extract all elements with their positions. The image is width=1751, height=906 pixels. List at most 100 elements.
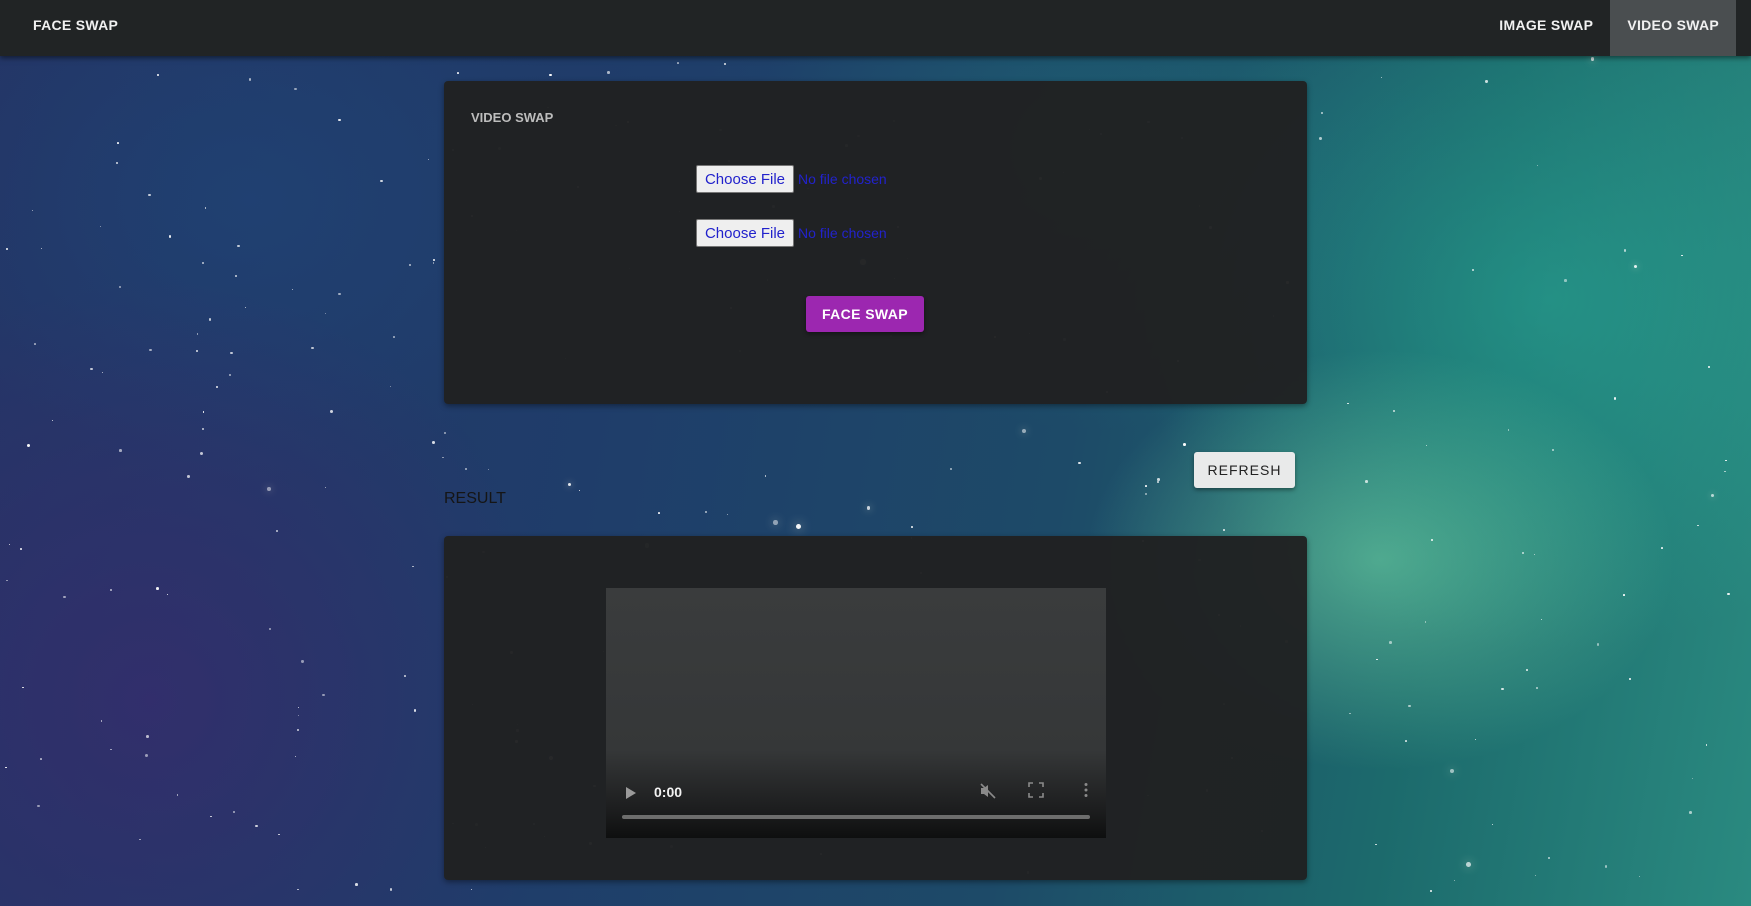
- star: [1405, 740, 1407, 742]
- star: [40, 758, 43, 761]
- star: [428, 159, 430, 161]
- result-video-player[interactable]: 0:00: [606, 588, 1106, 838]
- star: [773, 520, 778, 525]
- star: [392, 336, 395, 339]
- star: [6, 579, 9, 582]
- star: [275, 529, 278, 532]
- star: [1492, 824, 1494, 826]
- star: [1474, 738, 1476, 741]
- star: [119, 449, 122, 452]
- star: [1522, 552, 1525, 555]
- nav-image-swap[interactable]: IMAGE SWAP: [1482, 0, 1610, 50]
- star: [209, 318, 212, 321]
- star: [1407, 704, 1411, 708]
- star: [31, 210, 33, 212]
- star: [1629, 678, 1632, 681]
- star: [294, 755, 296, 757]
- choose-file-button[interactable]: Choose File: [696, 219, 794, 247]
- star: [1425, 444, 1428, 447]
- brand-logo[interactable]: FACE SWAP: [33, 0, 118, 50]
- star: [8, 544, 11, 546]
- star: [330, 410, 333, 414]
- star: [235, 275, 238, 278]
- star: [1689, 810, 1692, 814]
- star: [202, 411, 205, 413]
- star: [101, 372, 103, 374]
- star: [205, 207, 207, 209]
- top-navbar: FACE SWAP IMAGE SWAP VIDEO SWAP: [0, 0, 1751, 56]
- star: [413, 709, 416, 712]
- star: [1590, 56, 1595, 61]
- star: [117, 142, 120, 145]
- file-status-text: No file chosen: [798, 171, 887, 187]
- star: [567, 482, 572, 487]
- star: [201, 262, 204, 265]
- fullscreen-icon[interactable]: [1026, 782, 1046, 802]
- star: [1077, 461, 1081, 465]
- star: [1485, 80, 1488, 83]
- star: [1691, 778, 1693, 780]
- star: [1536, 686, 1538, 689]
- refresh-button[interactable]: REFRESH: [1194, 452, 1295, 488]
- star: [1145, 484, 1148, 487]
- star: [1634, 264, 1638, 268]
- star: [167, 594, 169, 596]
- face-swap-button[interactable]: FACE SWAP: [806, 296, 924, 332]
- star: [22, 686, 24, 688]
- star: [389, 888, 393, 891]
- star: [1381, 76, 1383, 78]
- star: [1697, 524, 1699, 527]
- star: [1347, 403, 1349, 405]
- star: [267, 486, 271, 491]
- star: [1144, 493, 1147, 496]
- star: [1681, 254, 1683, 257]
- star: [1724, 459, 1727, 462]
- star: [201, 427, 204, 430]
- star: [1596, 643, 1600, 646]
- star: [1157, 478, 1160, 481]
- star: [796, 523, 802, 529]
- star: [1365, 480, 1368, 483]
- target-file-input[interactable]: Choose File No file chosen: [696, 219, 887, 247]
- star: [322, 693, 326, 697]
- star: [1507, 428, 1510, 431]
- star: [149, 348, 152, 351]
- star: [233, 810, 236, 813]
- star: [1425, 621, 1427, 623]
- star: [1022, 428, 1027, 433]
- nav-video-swap[interactable]: VIDEO SWAP: [1610, 0, 1736, 56]
- star: [727, 513, 729, 515]
- mute-icon[interactable]: [978, 782, 998, 802]
- more-options-icon[interactable]: [1076, 782, 1096, 802]
- star: [1430, 539, 1433, 542]
- star: [409, 264, 412, 267]
- star: [470, 888, 472, 890]
- star: [109, 588, 113, 591]
- star: [1534, 874, 1536, 876]
- star: [200, 452, 203, 456]
- star: [27, 444, 31, 448]
- star: [677, 62, 680, 64]
- result-label: RESULT: [444, 490, 506, 507]
- star: [1525, 668, 1528, 671]
- star: [176, 794, 179, 796]
- video-progress-bar[interactable]: [622, 815, 1090, 819]
- star: [444, 432, 447, 435]
- play-icon[interactable]: [626, 787, 636, 799]
- source-file-input[interactable]: Choose File No file chosen: [696, 165, 887, 193]
- star: [442, 456, 444, 458]
- star: [1540, 618, 1543, 621]
- star: [1711, 493, 1715, 497]
- star: [658, 512, 661, 515]
- star: [118, 286, 122, 289]
- star: [1708, 366, 1710, 368]
- star: [1623, 594, 1625, 596]
- star: [324, 486, 327, 489]
- star: [228, 373, 231, 376]
- star: [148, 193, 151, 196]
- star: [230, 351, 233, 355]
- star: [138, 838, 141, 841]
- star: [20, 548, 22, 551]
- star: [1376, 658, 1378, 661]
- choose-file-button[interactable]: Choose File: [696, 165, 794, 193]
